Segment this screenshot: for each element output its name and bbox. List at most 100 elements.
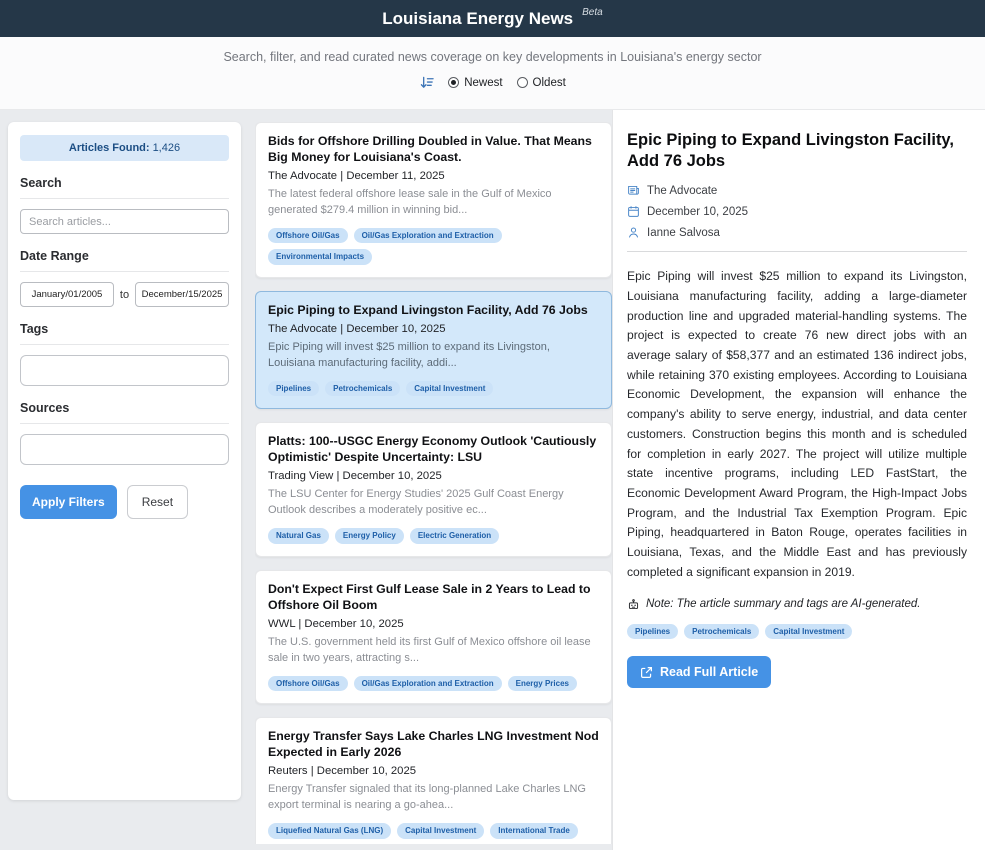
sort-icon (419, 75, 434, 90)
article-date: December 10, 2025 (343, 470, 442, 482)
tag-pill: Electric Generation (410, 528, 499, 544)
date-separator: to (120, 289, 129, 301)
read-full-article-label: Read Full Article (660, 665, 758, 679)
sort-newest-radio[interactable]: Newest (448, 77, 502, 89)
article-source: Trading View (268, 470, 333, 482)
tag-pill: Natural Gas (268, 528, 329, 544)
search-input[interactable] (20, 209, 229, 234)
apply-filters-button[interactable]: Apply Filters (20, 485, 117, 519)
tag-pill: Petrochemicals (684, 624, 759, 640)
search-section-title: Search (20, 176, 229, 199)
sources-input[interactable] (20, 434, 229, 465)
article-title: Don't Expect First Gulf Lease Sale in 2 … (268, 582, 599, 614)
article-excerpt: Energy Transfer signaled that its long-p… (268, 782, 599, 814)
detail-divider (627, 251, 967, 252)
tag-pill: Offshore Oil/Gas (268, 228, 348, 244)
meta-separator: | (340, 323, 343, 335)
detail-tags: Pipelines Petrochemicals Capital Investm… (627, 624, 967, 640)
tag-pill: Energy Policy (335, 528, 404, 544)
tag-pill: Pipelines (627, 624, 678, 640)
calendar-icon (627, 205, 640, 218)
newspaper-icon (627, 184, 640, 197)
article-source: The Advocate (268, 170, 337, 182)
article-list: Bids for Offshore Drilling Doubled in Va… (255, 122, 612, 844)
tag-pill: Capital Investment (406, 381, 493, 397)
detail-date-row: December 10, 2025 (627, 205, 967, 218)
article-tags: Natural Gas Energy Policy Electric Gener… (268, 528, 599, 544)
tag-pill: Oil/Gas Exploration and Extraction (354, 676, 502, 692)
date-to-input[interactable] (135, 282, 229, 307)
article-card-selected[interactable]: Epic Piping to Expand Livingston Facilit… (255, 291, 612, 409)
meta-separator: | (311, 765, 314, 777)
article-excerpt: The latest federal offshore lease sale i… (268, 187, 599, 219)
articles-found-count: 1,426 (153, 142, 181, 154)
app-subtitle: Search, filter, and read curated news co… (0, 50, 985, 64)
article-title: Bids for Offshore Drilling Doubled in Va… (268, 134, 599, 166)
date-from-input[interactable] (20, 282, 114, 307)
article-meta: The Advocate | December 10, 2025 (268, 323, 599, 335)
article-tags: Offshore Oil/Gas Oil/Gas Exploration and… (268, 676, 599, 692)
ai-note-text: Note: The article summary and tags are A… (646, 598, 920, 610)
detail-source: The Advocate (647, 185, 717, 197)
intro-strip: Search, filter, and read curated news co… (0, 37, 985, 110)
meta-separator: | (340, 170, 343, 182)
reset-button[interactable]: Reset (127, 485, 188, 519)
tag-pill: Energy Prices (508, 676, 577, 692)
tags-section-title: Tags (20, 322, 229, 345)
tag-pill: Capital Investment (765, 624, 852, 640)
article-meta: WWL | December 10, 2025 (268, 618, 599, 630)
article-meta: Trading View | December 10, 2025 (268, 470, 599, 482)
filter-buttons-row: Apply Filters Reset (20, 485, 229, 519)
read-full-article-button[interactable]: Read Full Article (627, 656, 771, 688)
article-tags: Pipelines Petrochemicals Capital Investm… (268, 381, 599, 397)
sort-oldest-radio[interactable]: Oldest (517, 77, 566, 89)
article-date: December 10, 2025 (346, 323, 445, 335)
app-header: Louisiana Energy News Beta (0, 0, 985, 37)
article-date: December 10, 2025 (304, 618, 403, 630)
sort-newest-label: Newest (464, 77, 502, 89)
article-detail-panel: Epic Piping to Expand Livingston Facilit… (612, 110, 985, 850)
article-tags: Offshore Oil/Gas Oil/Gas Exploration and… (268, 228, 599, 265)
external-link-icon (640, 666, 653, 679)
date-range-section-title: Date Range (20, 249, 229, 272)
filter-sidebar: Articles Found:1,426 Search Date Range t… (8, 122, 241, 800)
tag-pill: Pipelines (268, 381, 319, 397)
article-card[interactable]: Don't Expect First Gulf Lease Sale in 2 … (255, 570, 612, 704)
detail-date: December 10, 2025 (647, 206, 748, 218)
radio-dot-oldest (517, 77, 528, 88)
detail-author: Ianne Salvosa (647, 227, 720, 239)
article-card[interactable]: Bids for Offshore Drilling Doubled in Va… (255, 122, 612, 278)
tag-pill: International Trade (490, 823, 578, 839)
article-excerpt: The LSU Center for Energy Studies' 2025 … (268, 487, 599, 519)
article-meta: Reuters | December 10, 2025 (268, 765, 599, 777)
tags-input[interactable] (20, 355, 229, 386)
radio-dot-newest (448, 77, 459, 88)
article-title: Energy Transfer Says Lake Charles LNG In… (268, 729, 599, 761)
article-card[interactable]: Energy Transfer Says Lake Charles LNG In… (255, 717, 612, 844)
sources-section-title: Sources (20, 401, 229, 424)
tag-pill: Offshore Oil/Gas (268, 676, 348, 692)
article-source: The Advocate (268, 323, 337, 335)
article-title: Epic Piping to Expand Livingston Facilit… (268, 303, 599, 319)
tag-pill: Environmental Impacts (268, 249, 372, 265)
detail-source-row: The Advocate (627, 184, 967, 197)
app-title: Louisiana Energy News (382, 9, 573, 29)
sort-oldest-label: Oldest (533, 77, 566, 89)
tag-pill: Liquefied Natural Gas (LNG) (268, 823, 391, 839)
detail-title: Epic Piping to Expand Livingston Facilit… (627, 130, 967, 171)
date-range-row: to (20, 282, 229, 307)
articles-found-banner: Articles Found:1,426 (20, 135, 229, 161)
article-date: December 11, 2025 (346, 170, 444, 182)
meta-separator: | (298, 618, 301, 630)
robot-icon (627, 598, 640, 611)
sort-controls: Newest Oldest (0, 75, 985, 90)
ai-note-row: Note: The article summary and tags are A… (627, 598, 967, 611)
article-meta: The Advocate | December 11, 2025 (268, 170, 599, 182)
detail-author-row: Ianne Salvosa (627, 226, 967, 239)
article-source: Reuters (268, 765, 308, 777)
article-source: WWL (268, 618, 295, 630)
article-card[interactable]: Platts: 100--USGC Energy Economy Outlook… (255, 422, 612, 556)
main-content: Articles Found:1,426 Search Date Range t… (0, 110, 985, 850)
person-icon (627, 226, 640, 239)
tag-pill: Petrochemicals (325, 381, 400, 397)
